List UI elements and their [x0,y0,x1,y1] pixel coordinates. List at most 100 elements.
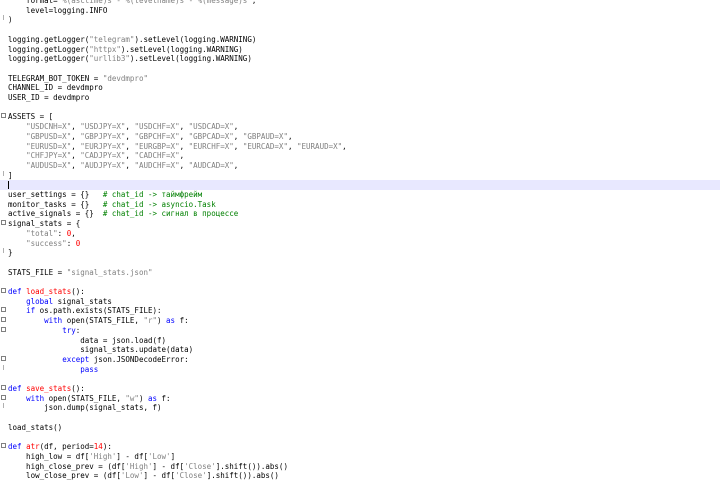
fold-toggle-icon[interactable] [1,443,6,449]
code-line[interactable]: "total": 0, [0,229,720,239]
code-line[interactable]: def atr(df, period=14): [0,442,720,452]
fold-toggle-icon[interactable] [1,326,6,332]
code-token: save_stats [26,384,72,393]
fold-toggle-icon[interactable] [1,307,6,313]
code-line[interactable]: ) [0,15,720,25]
code-token: (): [71,287,85,296]
code-line[interactable]: } [0,248,720,258]
code-token: (df, period= [39,442,94,452]
code-line[interactable]: TELEGRAM_BOT_TOKEN = "devdmpro" [0,74,720,84]
code-text: with open(STATS_FILE, "w") as f: [8,394,171,404]
fold-toggle-icon[interactable] [1,288,6,293]
code-token: if [26,306,36,316]
fold-toggle-icon[interactable] [1,113,6,119]
code-line[interactable]: global signal_stats [0,297,720,307]
code-line[interactable] [0,64,720,74]
code-line[interactable]: load_stats() [0,423,720,433]
code-token: ] - df[ [143,471,176,480]
code-line[interactable] [0,103,720,113]
code-token: , [71,160,81,170]
fold-toggle-icon[interactable] [1,355,6,361]
code-token: signal_stats [53,296,112,306]
code-text: if os.path.exists(STATS_FILE): [8,306,161,316]
code-editor[interactable]: format='%(asctime)s - %(levelname)s - %(… [0,0,720,480]
code-line[interactable]: "USDCNH=X", "USDJPY=X", "USDCHF=X", "USD… [0,122,720,132]
code-token: "r" [143,316,158,326]
code-line[interactable]: logging.getLogger("telegram").setLevel(l… [0,35,720,45]
code-token: logging.getLogger( [8,44,90,54]
code-token: , [233,141,243,151]
code-text: USER_ID = devdmpro [8,93,89,103]
code-text: global signal_stats [8,297,112,307]
code-text: logging.getLogger("telegram").setLevel(l… [8,35,256,45]
code-line[interactable]: except json.JSONDecodeError: [0,355,720,365]
code-line[interactable]: low_close_prev = (df['Low'] - df['Close'… [0,471,720,480]
code-line[interactable]: logging.getLogger("urllib3").setLevel(lo… [0,54,720,64]
fold-toggle-icon[interactable] [1,220,6,226]
code-line[interactable]: monitor_tasks = {} # chat_id -> asyncio.… [0,200,720,210]
code-token: , [71,122,81,132]
code-line[interactable] [0,258,720,268]
code-line[interactable]: if os.path.exists(STATS_FILE): [0,306,720,316]
code-token: user_settings = {} [8,190,103,199]
code-line[interactable]: level=logging.INFO [0,6,720,16]
code-line[interactable] [0,277,720,287]
code-text: json.dump(signal_stats, f) [8,403,161,413]
code-token: global [26,296,54,306]
code-line[interactable]: USER_ID = devdmpro [0,93,720,103]
code-text: "CHFJPY=X", "CADJPY=X", "CADCHF=X", [8,151,184,161]
code-token: format=' [8,0,63,5]
code-line[interactable]: def save_stats(): [0,384,720,394]
code-line[interactable]: def load_stats(): [0,287,720,297]
fold-toggle-icon[interactable] [1,385,6,390]
code-token: atr [26,442,40,452]
code-line[interactable]: "EURUSD=X", "EURJPY=X", "EURGBP=X", "EUR… [0,142,720,152]
code-line[interactable]: ] [0,170,720,181]
code-token: "EURCHF=X" [188,141,234,151]
code-token: ] [170,451,176,461]
code-token: : [57,228,67,238]
code-text: "EURUSD=X", "EURJPY=X", "EURGBP=X", "EUR… [8,142,347,152]
code-line[interactable]: signal_stats.update(data) [0,345,720,355]
code-line[interactable]: user_settings = {} # chat_id -> таймфрей… [0,190,720,200]
code-line[interactable]: with open(STATS_FILE, "w") as f: [0,394,720,404]
code-line[interactable]: pass [0,364,720,375]
code-line[interactable]: with open(STATS_FILE, "r") as f: [0,316,720,326]
code-line[interactable] [0,374,720,384]
code-line[interactable]: active_signals = {} # chat_id -> сигнал … [0,209,720,219]
code-line[interactable]: logging.getLogger("httpx").setLevel(logg… [0,45,720,55]
code-line[interactable]: ASSETS = [ [0,112,720,122]
fold-end-marker [3,403,4,409]
code-line[interactable] [0,413,720,423]
code-token: as [166,316,176,326]
code-line[interactable] [0,433,720,443]
code-line[interactable]: json.dump(signal_stats, f) [0,403,720,413]
code-line[interactable]: high_low = df['High'] - df['Low'] [0,452,720,462]
code-token: ).setLevel(logging.WARNING) [134,34,257,44]
code-text: signal_stats.update(data) [8,345,193,355]
code-line[interactable] [0,25,720,35]
code-token: json.JSONDecodeError: [89,354,189,364]
code-line[interactable]: try: [0,326,720,336]
code-line[interactable]: data = json.load(f) [0,336,720,346]
code-token: "USDCHF=X" [134,122,180,132]
code-line[interactable] [0,180,720,190]
code-text: CHANNEL_ID = devdmpro [8,83,103,93]
fold-toggle-icon[interactable] [1,394,6,400]
code-line[interactable]: CHANNEL_ID = devdmpro [0,83,720,93]
code-line[interactable]: high_close_prev = (df['High'] - df['Clos… [0,462,720,472]
code-token: 'Close' [175,471,207,480]
code-token: "CHFJPY=X" [26,151,72,161]
fold-toggle-icon[interactable] [1,317,6,323]
code-text: "GBPUSD=X", "GBPJPY=X", "GBPCHF=X", "GBP… [8,132,292,142]
code-token: "httpx" [89,44,121,54]
code-line[interactable]: "AUDUSD=X", "AUDJPY=X", "AUDCHF=X", "AUD… [0,161,720,171]
code-line[interactable]: STATS_FILE = "signal_stats.json" [0,268,720,278]
code-line[interactable]: "CHFJPY=X", "CADJPY=X", "CADCHF=X", [0,151,720,161]
code-line[interactable]: signal_stats = { [0,219,720,229]
code-line[interactable]: "success": 0 [0,239,720,249]
code-token: 'High' [125,461,153,471]
code-line[interactable]: "GBPUSD=X", "GBPJPY=X", "GBPCHF=X", "GBP… [0,132,720,142]
